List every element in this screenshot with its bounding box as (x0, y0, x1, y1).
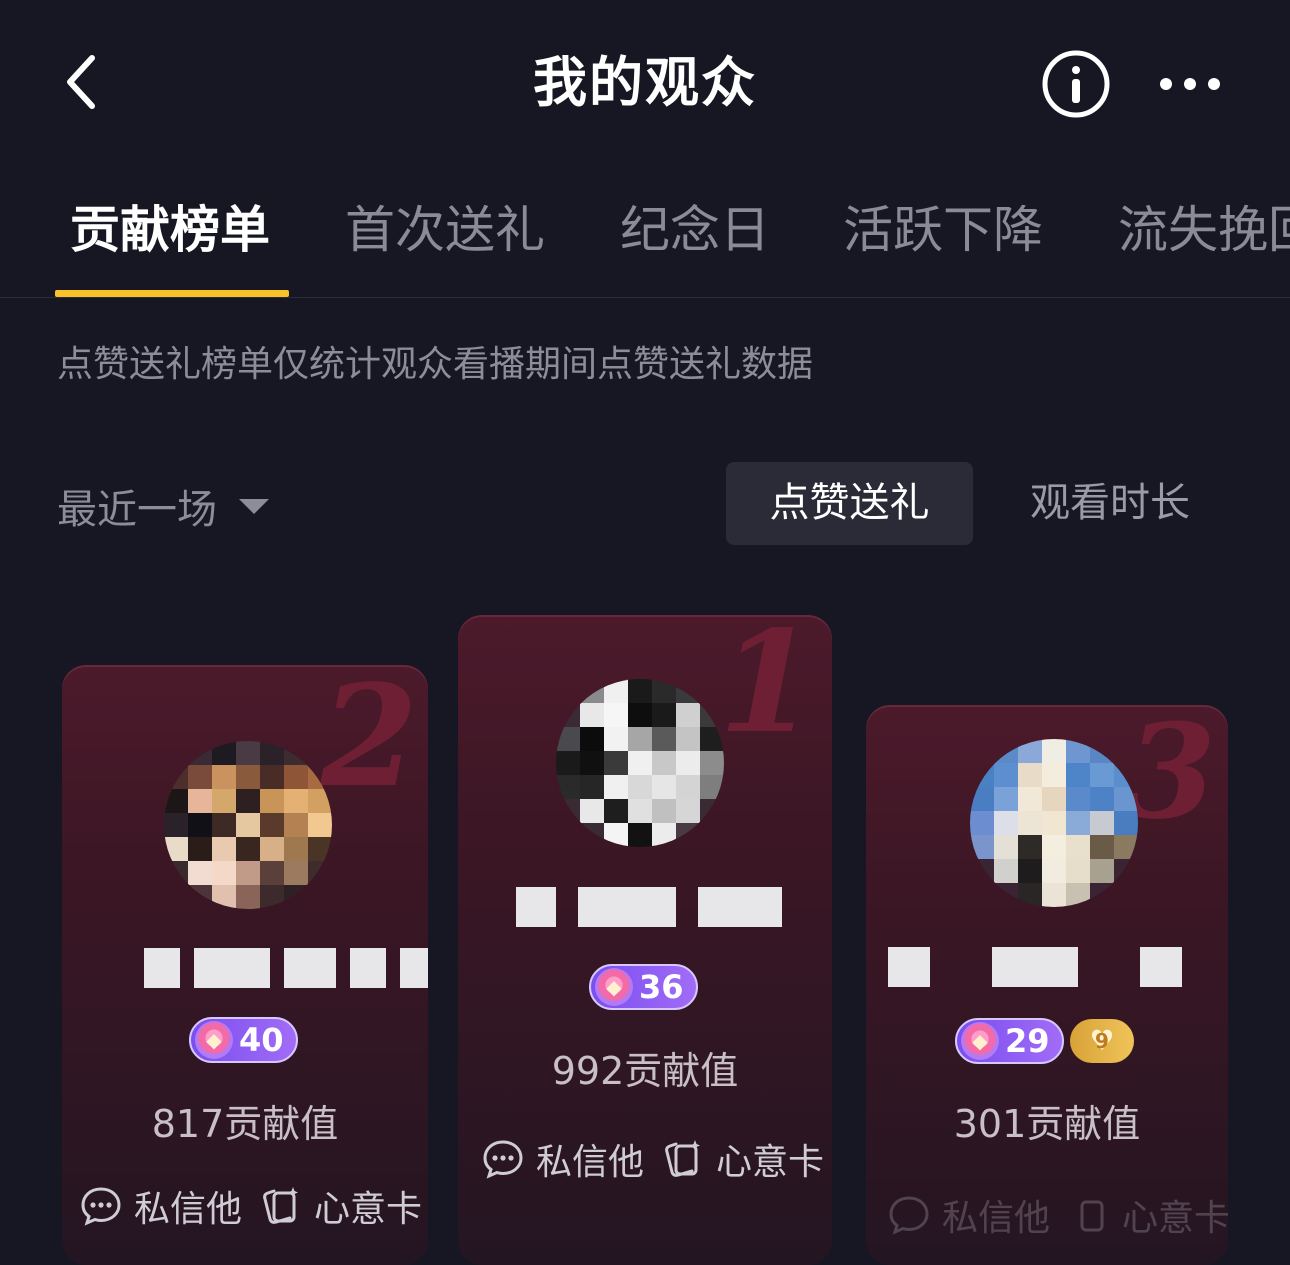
level-gem-icon: ◆ (595, 968, 633, 1006)
user-level-badge: ◆ 36 (589, 964, 698, 1010)
card-sparkle-icon (665, 1140, 701, 1177)
heart-card-label: 心意卡 (716, 1142, 825, 1183)
card-actions: 私信他 心意卡 (482, 1133, 824, 1185)
rank-number: 1 (718, 615, 816, 765)
contribution-value: 992贡献值 (551, 1049, 739, 1093)
caret-down-icon (239, 498, 269, 514)
chat-bubble-icon (889, 1196, 929, 1235)
rank-number: 2 (320, 665, 418, 819)
avatar[interactable] (164, 741, 332, 909)
tab-first-gift[interactable]: 首次送礼 (345, 195, 545, 265)
tab-anniversary[interactable]: 纪念日 (620, 195, 770, 265)
tab-active-indicator (55, 290, 289, 297)
card-actions: 私信他 心意卡 (80, 1180, 422, 1232)
fan-club-badge: ♥ 9 (1070, 1019, 1134, 1063)
nickname-mosaic (516, 887, 782, 927)
heart-card-label: 心意卡 (314, 1189, 423, 1230)
heart-card-button[interactable]: 心意卡 (662, 1133, 824, 1185)
heart-card-button[interactable]: 心意卡 (260, 1180, 422, 1232)
message-button[interactable]: 私信他 (482, 1133, 644, 1185)
nickname-mosaic (888, 947, 1182, 987)
card-sparkle-icon (1080, 1200, 1104, 1232)
tab-activity-drop[interactable]: 活跃下降 (843, 195, 1043, 265)
avatar[interactable] (556, 679, 724, 847)
chat-bubble-icon (81, 1187, 121, 1226)
tab-contribution-rank[interactable]: 贡献榜单 (70, 195, 270, 265)
podium-card-rank-1[interactable]: 1 ◆ 36 992贡献值 私信他 心意卡 (458, 615, 832, 1265)
ranking-notice: 点赞送礼榜单仅统计观众看播期间点赞送礼数据 (57, 344, 814, 385)
info-button[interactable] (1041, 49, 1111, 119)
level-gem-icon: ◆ (961, 1022, 999, 1060)
avatar[interactable] (970, 739, 1138, 907)
card-sparkle-icon (263, 1187, 299, 1224)
tab-bar: 贡献榜单 首次送礼 纪念日 活跃下降 流失挽回 (0, 185, 1290, 298)
message-label: 私信他 (134, 1189, 243, 1230)
podium-card-rank-3[interactable]: 3 ◆ 29 ♥ 9 301贡献值 私信他 心意卡 (866, 705, 1228, 1265)
more-horizontal-icon (1160, 78, 1220, 90)
level-gem-icon: ◆ (195, 1021, 233, 1059)
user-level-badge: ◆ 29 (955, 1018, 1064, 1064)
message-button[interactable]: 私信他 (888, 1189, 1050, 1241)
range-dropdown[interactable]: 最近一场 (57, 478, 269, 534)
segment-like-gift[interactable]: 点赞送礼 (726, 462, 973, 545)
segment-watch-time[interactable]: 观看时长 (1000, 462, 1220, 545)
card-actions: 私信他 心意卡 (888, 1189, 1228, 1241)
podium-card-rank-2[interactable]: 2 ◆ 40 817贡献值 私信他 心意卡 (62, 665, 428, 1265)
chat-bubble-icon (483, 1140, 523, 1179)
rank-number: 3 (1125, 705, 1216, 848)
contribution-value: 301贡献值 (953, 1102, 1141, 1146)
info-circle-icon (1042, 50, 1110, 118)
heart-card-label: 心意卡 (1122, 1198, 1228, 1239)
nickname-mosaic (144, 948, 428, 988)
tab-churn-recovery[interactable]: 流失挽回 (1118, 195, 1290, 265)
message-button[interactable]: 私信他 (80, 1180, 242, 1232)
user-level-badge: ◆ 40 (189, 1017, 298, 1063)
more-button[interactable] (1152, 64, 1232, 104)
contribution-value: 817贡献值 (151, 1102, 339, 1146)
heart-card-button[interactable]: 心意卡 (1068, 1189, 1228, 1241)
message-label: 私信他 (942, 1198, 1051, 1239)
range-dropdown-value: 最近一场 (57, 487, 217, 533)
message-label: 私信他 (536, 1142, 645, 1183)
